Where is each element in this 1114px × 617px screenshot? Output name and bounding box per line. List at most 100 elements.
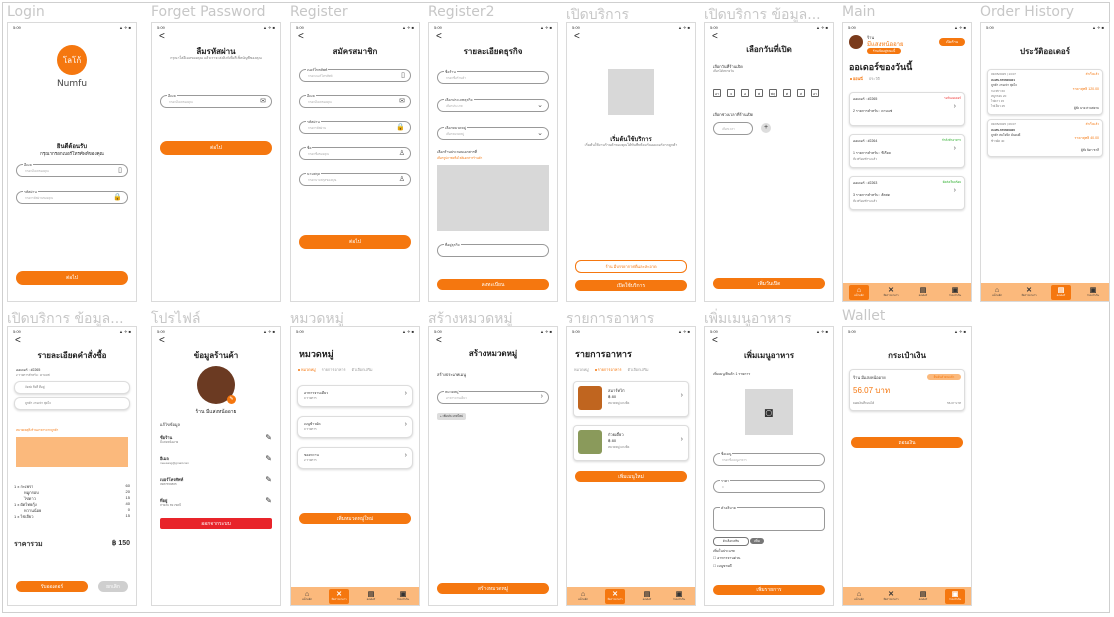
business-type-select[interactable]: เลือกประเภทธุรกิจ เลือกประเภท ⌄ <box>437 97 549 112</box>
add-option-button[interactable]: เพิ่ม <box>750 538 764 544</box>
logout-button[interactable]: ออกจากระบบ <box>160 518 272 529</box>
order-card[interactable]: ออเดอร์ : #2265 รอรับออเดอร์ 2 รายการสำห… <box>849 92 965 126</box>
last-name-field[interactable]: นามสกุล กรอกนามสกุลของคุณ ♙ <box>299 171 411 186</box>
category-select[interactable]: เลือกหมวดหมู่ เลือกหมวดหมู่ ⌄ <box>437 125 549 140</box>
nav-orders[interactable]: ▤ ออเดอร์ <box>913 285 933 300</box>
back-icon[interactable]: < <box>436 336 442 346</box>
accept-order-button[interactable]: รับออเดอร์ <box>16 581 88 592</box>
nav-wallet[interactable]: ▣ กระเป๋าเงิน <box>945 285 965 300</box>
start-service-button[interactable]: เปิดใช้บริการ <box>575 280 687 291</box>
day-checkbox[interactable]: พ <box>755 89 763 97</box>
category-card[interactable]: เมนูข้าวผัด 0 รายการ › <box>297 416 413 438</box>
password-field[interactable]: รหัสผ่าน กรอกรหัสผ่านของคุณ 🔒 <box>16 189 128 204</box>
cancel-button[interactable]: ยกเลิก <box>98 581 128 592</box>
tab-food[interactable]: รายการอาหาร <box>594 367 622 373</box>
tab-category[interactable]: หมวดหมู่ <box>574 367 589 373</box>
edit-photo-icon[interactable]: ✎ <box>227 395 236 404</box>
day-checkbox[interactable]: อ <box>741 89 749 97</box>
category-card[interactable]: ของหวาน 2 รายการ › <box>297 447 413 469</box>
nav-orders[interactable]: ▤ ออเดอร์ <box>361 589 381 604</box>
email-field[interactable]: อีเมล กรอกอีเมลของคุณ ▯ <box>16 162 128 177</box>
nav-home[interactable]: ⌂ หน้าหลัก <box>987 285 1007 300</box>
password-field[interactable]: รหัสผ่าน กรอกรหัสผ่าน 🔒 <box>299 119 411 134</box>
day-checkbox[interactable]: อา <box>811 89 819 97</box>
tab-options[interactable]: ตัวเลือกเสริม <box>352 367 373 373</box>
edit-icon[interactable]: ✎ <box>265 496 272 505</box>
menu-name-field[interactable]: ชื่อเมนู กรอกชื่อเมนูอาหาร <box>713 451 825 466</box>
nav-home[interactable]: ⌂ หน้าหลัก <box>849 589 869 604</box>
customer-option[interactable]: ลูกค้า งามเท่า สุดใจ <box>14 397 130 410</box>
tab-options[interactable]: ตัวเลือกเสริม <box>628 367 649 373</box>
description-field[interactable]: คำอธิบาย <box>713 505 825 531</box>
email-field[interactable]: อีเมล กรอกอีเมลของคุณ ✉ <box>160 93 272 108</box>
nav-wallet[interactable]: ▣ กระเป๋าเงิน <box>393 589 413 604</box>
withdraw-button[interactable]: ถอนเงิน <box>851 437 963 448</box>
nav-wallet[interactable]: ▣ กระเป๋าเงิน <box>1083 285 1103 300</box>
category-checkbox[interactable]: ☐ เมนูขายดี <box>713 563 732 569</box>
edit-icon[interactable]: ✎ <box>265 475 272 484</box>
nav-home[interactable]: ⌂ หน้าหลัก <box>297 589 317 604</box>
price-field[interactable]: ราคา 0 <box>713 478 825 493</box>
nav-home[interactable]: ⌂ หน้าหลัก <box>573 589 593 604</box>
order-card[interactable]: ออเดอร์ : #2263 จัดส่งเรียบร้อย 3 รายการ… <box>849 176 965 210</box>
nav-wallet[interactable]: ▣ กระเป๋าเงิน <box>945 588 965 604</box>
nav-orders[interactable]: ▤ ออเดอร์ <box>1051 284 1071 300</box>
register-button[interactable]: ลงทะเบียน <box>437 279 549 290</box>
back-icon[interactable]: < <box>15 336 21 346</box>
shop-status-toggle[interactable]: เปิดร้าน <box>939 38 965 46</box>
menu-item-card[interactable]: ก๋วยเตี๋ยว ฿ 80 หมวดหมู่ แกงจืด › <box>573 425 689 461</box>
day-checkbox[interactable]: ศ <box>783 89 791 97</box>
tab-food[interactable]: รายการอาหาร <box>322 367 346 373</box>
nav-food[interactable]: ✕ จัดการอาหาร <box>605 588 625 604</box>
back-icon[interactable]: < <box>574 32 580 42</box>
history-card[interactable]: 03/05/2025 | 13:07 สำเร็จแล้ว #LMS-67060… <box>987 69 1103 115</box>
address-field[interactable]: ที่อยู่ธุรกิจ <box>437 242 549 257</box>
back-icon[interactable]: < <box>159 32 165 42</box>
shop-info-button[interactable]: ร้าน มีบรรยากาศดีและสะอาด <box>575 260 687 273</box>
back-icon[interactable]: < <box>436 32 442 42</box>
nav-orders[interactable]: ▤ ออเดอร์ <box>637 589 657 604</box>
time-select[interactable]: เลือกเวลา <box>713 122 753 135</box>
day-checkbox[interactable]: ส <box>797 89 805 97</box>
next-button[interactable]: ต่อไป <box>16 271 128 285</box>
nav-food[interactable]: ✕ จัดการอาหาร <box>329 588 349 604</box>
day-checkbox[interactable]: จ <box>727 89 735 97</box>
back-icon[interactable]: < <box>712 336 718 346</box>
menu-item-card[interactable]: สมาร์ทไก่ ฿ 80 หมวดหมู่ แกงจืด › <box>573 381 689 417</box>
tab-history[interactable]: ประวัติ <box>869 76 880 82</box>
add-opening-day-button[interactable]: เพิ่มวันเปิด <box>713 278 825 289</box>
nav-home[interactable]: ⌂ หน้าหลัก <box>849 284 869 300</box>
next-button[interactable]: ต่อไป <box>160 141 272 155</box>
delivery-option[interactable]: จัดส่ง ถึงที่ ที่อยู่ <box>14 381 130 394</box>
category-select[interactable]: หมวดหมู่ อาหารจานเดียว › <box>437 389 549 404</box>
first-name-field[interactable]: ชื่อ กรอกชื่อของคุณ ♙ <box>299 145 411 160</box>
nav-food[interactable]: ✕ จัดการอาหาร <box>881 589 901 604</box>
upload-placeholder[interactable] <box>437 165 549 231</box>
back-icon[interactable]: < <box>712 32 718 42</box>
category-card[interactable]: อาหารจานเดียว 0 รายการ › <box>297 385 413 407</box>
add-category-button[interactable]: เพิ่มหมวดหมู่ใหม่ <box>299 513 411 524</box>
nav-orders[interactable]: ▤ ออเดอร์ <box>913 589 933 604</box>
tab-today[interactable]: ออนนี่ <box>850 76 863 82</box>
back-icon[interactable]: < <box>159 336 165 346</box>
nav-food[interactable]: ✕ จัดการอาหาร <box>1019 285 1039 300</box>
add-menu-button[interactable]: เพิ่มเมนูใหม่ <box>575 471 687 482</box>
create-category-button[interactable]: สร้างหมวดหมู่ <box>437 583 549 594</box>
order-card[interactable]: ออเดอร์ : #2264 กำลังทำอาหาร 1 รายการสำห… <box>849 134 965 168</box>
history-card[interactable]: 03/05/2025 | 09:07 สำเร็จแล้ว #LMS-67060… <box>987 119 1103 157</box>
next-button[interactable]: ต่อไป <box>299 235 411 249</box>
add-type-chip[interactable]: + เพิ่มประเภทใหม่ <box>437 413 467 420</box>
phone-field[interactable]: เบอร์โทรศัพท์ กรอกเบอร์โทรศัพท์ ▯ <box>299 67 411 82</box>
tab-category[interactable]: หมวดหมู่ <box>298 367 316 373</box>
options-select[interactable]: ตัวเลือกเสริม <box>713 537 749 546</box>
email-field[interactable]: อีเมล กรอกอีเมลของคุณ ✉ <box>299 93 411 108</box>
camera-icon[interactable]: ◙ <box>745 389 793 435</box>
nav-food[interactable]: ✕ จัดการอาหาร <box>881 285 901 300</box>
add-item-button[interactable]: เพิ่มรายการ <box>713 585 825 595</box>
back-icon[interactable]: < <box>298 32 304 42</box>
day-checkbox[interactable]: พฤ <box>769 89 777 97</box>
add-time-icon[interactable]: + <box>761 123 771 133</box>
edit-icon[interactable]: ✎ <box>265 433 272 442</box>
edit-icon[interactable]: ✎ <box>265 454 272 463</box>
category-checkbox[interactable]: ☐ อาหารจานด่วน <box>713 555 740 561</box>
